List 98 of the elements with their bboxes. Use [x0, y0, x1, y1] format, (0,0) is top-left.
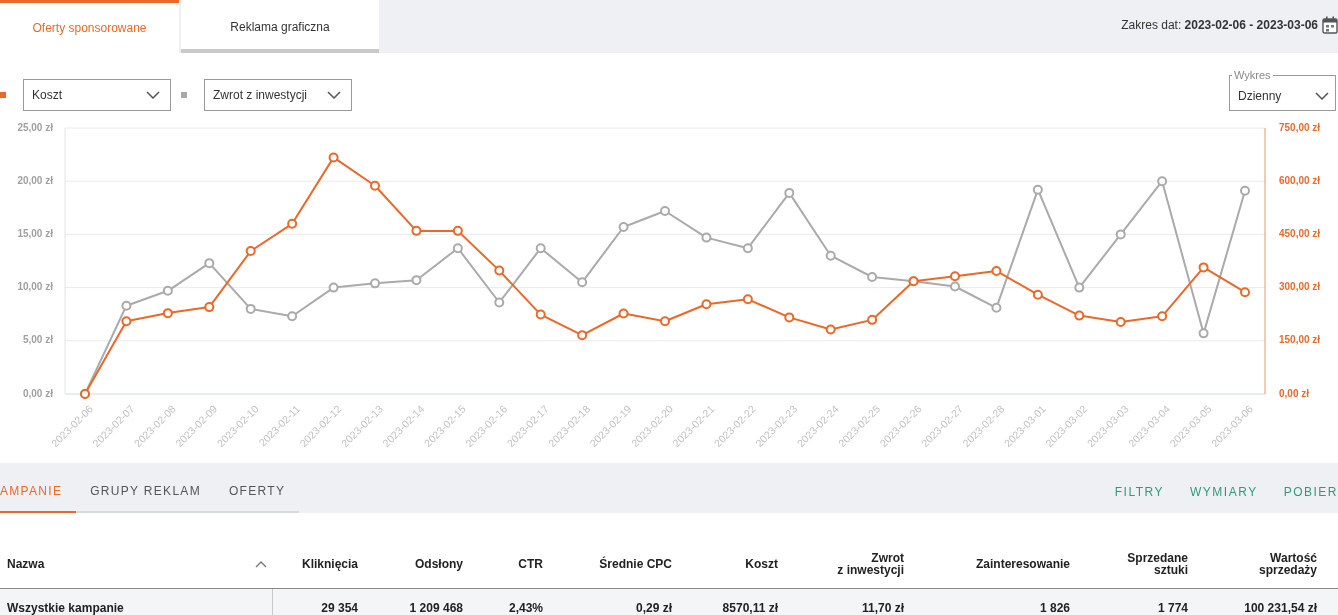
- data-point: [452, 243, 463, 254]
- tab[interactable]: OFERTY: [215, 463, 300, 513]
- axis-label: 15,00 zł: [17, 228, 53, 240]
- axis-label: 25,00 zł: [17, 121, 53, 133]
- axis-label: 450,00 zł: [1279, 228, 1321, 240]
- data-point: [1032, 184, 1043, 195]
- data-point: [618, 308, 629, 319]
- column-header[interactable]: Kliknięcia: [301, 558, 358, 570]
- metric-select[interactable]: Zwrot z inwestycji: [204, 79, 352, 111]
- data-point: [245, 303, 256, 314]
- table-cell-text: 0,29 zł: [634, 600, 672, 615]
- data-point: [494, 265, 505, 276]
- data-point: [245, 246, 256, 257]
- table-cell-text: 1 209 468: [408, 600, 463, 615]
- axis-label: 0,00 zł: [1279, 387, 1310, 399]
- data-point: [1198, 328, 1209, 339]
- data-point: [701, 299, 712, 310]
- data-point: [287, 218, 298, 229]
- table-cell-text: 100 231,54 zł: [1243, 600, 1317, 615]
- axis-label: 5,00 zł: [22, 334, 53, 346]
- data-point: [825, 250, 836, 261]
- data-point: [742, 294, 753, 305]
- data-point: [452, 225, 463, 236]
- metric-select[interactable]: Koszt: [23, 79, 171, 111]
- data-point: [370, 180, 380, 191]
- table-cell-text: 2,43%: [507, 600, 543, 615]
- table-cell-text: 29 354: [320, 600, 358, 615]
- column-header[interactable]: Zwrot z inwestycji: [837, 552, 904, 576]
- data-point: [867, 271, 878, 282]
- column-header[interactable]: Odsłony: [415, 558, 463, 570]
- data-point: [1115, 317, 1126, 327]
- data-point: [784, 312, 795, 323]
- axis-label: 20,00 zł: [17, 174, 53, 186]
- data-point: [1157, 176, 1168, 187]
- data-point: [121, 300, 132, 311]
- axis-label: 600,00 zł: [1279, 174, 1321, 186]
- data-point: [1074, 310, 1085, 321]
- table-cell-text: 1 774: [1156, 600, 1188, 615]
- data-point: [535, 243, 546, 254]
- column-header[interactable]: Nazwa: [7, 558, 45, 570]
- data-point: [121, 316, 132, 327]
- data-point: [162, 285, 173, 296]
- table-cell-text: 8570,11 zł: [721, 600, 778, 615]
- date-range: Zakres dat: 2023-02-06 - 2023-03-06: [1121, 17, 1318, 32]
- data-point: [204, 302, 215, 313]
- column-header[interactable]: Koszt: [745, 558, 778, 570]
- data-point: [577, 277, 588, 288]
- axis-label: 300,00 zł: [1279, 281, 1321, 293]
- table-cell-text: 11,70 zł: [860, 600, 904, 615]
- tab[interactable]: Reklama graficzna: [181, 0, 379, 53]
- data-point: [328, 152, 339, 163]
- axis-label: 150,00 zł: [1279, 334, 1321, 346]
- caret-up-icon[interactable]: [255, 560, 267, 568]
- data-point: [204, 258, 215, 269]
- data-point: [742, 243, 753, 254]
- chevron-down-icon: [146, 91, 160, 99]
- table-cell: Wszystkie kampanie: [0, 589, 273, 615]
- data-point: [701, 232, 712, 243]
- calendar-icon[interactable]: [1322, 15, 1338, 34]
- data-point: [328, 282, 339, 293]
- data-point: [1074, 282, 1085, 293]
- column-header[interactable]: Zainteresowanie: [975, 558, 1070, 570]
- chevron-down-icon: [1315, 91, 1329, 100]
- data-point: [1240, 185, 1250, 196]
- data-point: [1198, 262, 1209, 273]
- data-point: [1157, 311, 1168, 322]
- data-point: [162, 308, 173, 319]
- data-point: [991, 265, 1002, 276]
- axis-label: 750,00 zł: [1279, 121, 1321, 133]
- column-header[interactable]: Średnie CPC: [599, 558, 672, 570]
- table-cell-text: 1 826: [1038, 600, 1070, 615]
- data-point: [618, 221, 629, 232]
- data-point: [950, 271, 960, 282]
- data-point: [411, 225, 422, 236]
- chevron-down-icon: [327, 91, 341, 99]
- tab[interactable]: GRUPY REKLAM: [76, 463, 215, 513]
- data-point: [411, 275, 422, 286]
- data-point: [660, 206, 670, 216]
- data-point: [867, 314, 878, 325]
- column-header[interactable]: CTR: [518, 558, 543, 570]
- data-point: [535, 309, 546, 320]
- axis-label: 10,00 zł: [17, 281, 53, 293]
- data-point: [660, 316, 670, 327]
- data-point: [950, 281, 960, 292]
- data-point: [1032, 289, 1043, 300]
- data-point: [577, 330, 588, 341]
- column-header[interactable]: Wartość sprzedaży: [1258, 552, 1317, 576]
- column-header[interactable]: Sprzedane sztuki: [1127, 552, 1188, 576]
- data-point: [1240, 287, 1250, 298]
- data-point: [287, 311, 298, 322]
- data-point: [784, 187, 795, 198]
- data-point: [1115, 229, 1126, 240]
- data-point: [494, 297, 505, 308]
- chart-type-select[interactable]: Wykres Dzienny: [1229, 69, 1336, 111]
- data-point: [370, 278, 380, 289]
- data-point: [991, 302, 1002, 313]
- axis-label: 0,00 zł: [22, 387, 53, 399]
- data-point: [825, 324, 836, 335]
